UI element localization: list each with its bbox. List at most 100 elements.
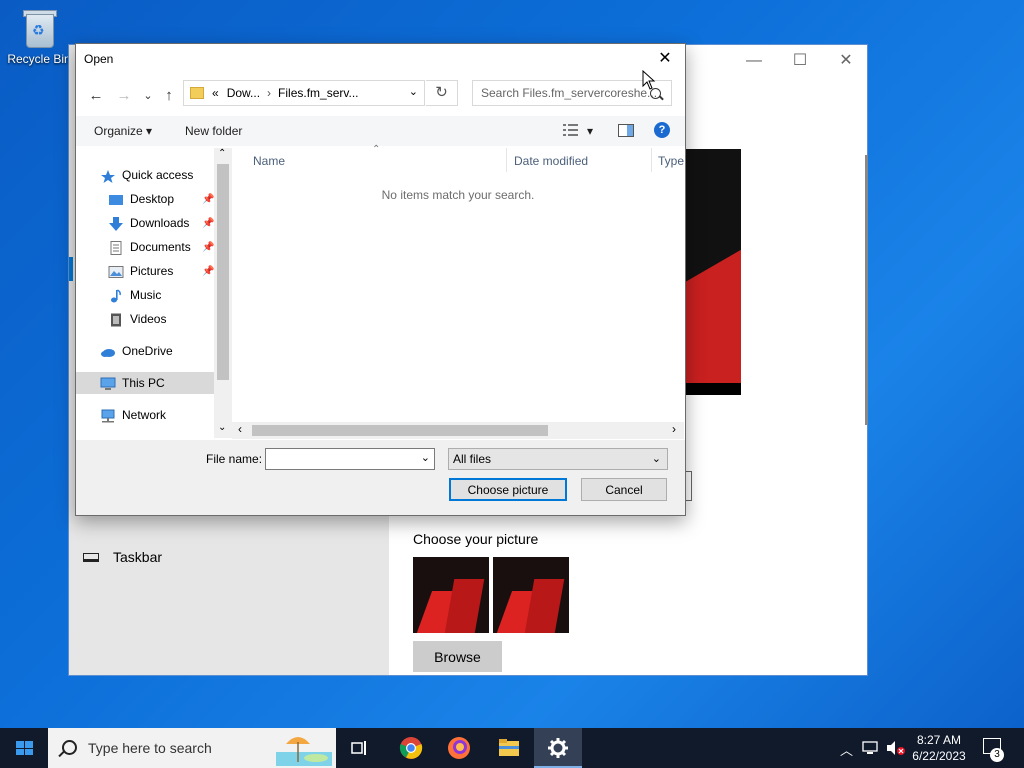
taskbar-icon	[83, 552, 99, 562]
dialog-bottom-bar: File name: ⌄ All files ⌄ Choose picture …	[76, 440, 685, 515]
nav-desktop[interactable]: Desktop	[108, 188, 174, 210]
system-clock[interactable]: 8:27 AM 6/22/2023	[900, 732, 978, 764]
pin-icon[interactable]: 📌	[202, 194, 214, 205]
browse-button[interactable]: Browse	[413, 641, 502, 672]
folder-icon	[190, 87, 204, 99]
nav-music-label: Music	[130, 288, 162, 302]
scroll-down-icon[interactable]: ⌄	[218, 422, 226, 433]
nav-downloads[interactable]: Downloads	[108, 212, 189, 234]
cloud-icon	[100, 344, 116, 358]
taskbar-search-box[interactable]: Type here to search	[48, 728, 336, 768]
nav-this-pc-label: This PC	[122, 376, 165, 390]
column-name[interactable]: Name	[253, 154, 285, 168]
scroll-right-icon[interactable]: ›	[672, 422, 676, 436]
picture-thumbnail-2[interactable]	[493, 557, 569, 633]
scroll-left-icon[interactable]: ‹	[238, 422, 242, 436]
dialog-navigation-bar: ← → ⌄ ↑ « Dow... › Files.fm_serv... ⌄ ↻ …	[76, 78, 685, 112]
partial-button[interactable]	[685, 471, 692, 501]
address-bar[interactable]: « Dow... › Files.fm_serv... ⌄	[183, 80, 425, 106]
settings-close-button[interactable]: ✕	[823, 45, 869, 77]
settings-scrollbar[interactable]	[865, 155, 868, 425]
start-button[interactable]	[0, 728, 48, 768]
up-button[interactable]: ↑	[159, 86, 179, 106]
forward-button[interactable]: →	[114, 86, 134, 106]
gear-icon	[548, 738, 568, 758]
firefox-taskbar-button[interactable]	[435, 728, 483, 768]
view-icon[interactable]	[563, 123, 579, 140]
address-overflow[interactable]: «	[212, 86, 219, 100]
nav-quick-access-label: Quick access	[122, 168, 194, 182]
file-type-select[interactable]: All files ⌄	[448, 448, 668, 470]
file-name-dropdown-icon[interactable]: ⌄	[421, 451, 430, 464]
download-arrow-icon	[108, 216, 124, 231]
nav-videos[interactable]: Videos	[108, 308, 166, 330]
pin-icon[interactable]: 📌	[202, 218, 214, 229]
choose-picture-button[interactable]: Choose picture	[449, 478, 567, 501]
film-icon	[108, 312, 124, 327]
nav-quick-access[interactable]: Quick access	[100, 164, 193, 186]
column-type[interactable]: Type	[658, 154, 684, 168]
nav-network-label: Network	[122, 408, 167, 422]
network-icon[interactable]	[862, 740, 880, 756]
view-menu-dropdown[interactable]: ▾	[587, 124, 593, 138]
picture-thumbnail-1[interactable]	[413, 557, 489, 633]
address-dropdown-icon[interactable]: ⌄	[409, 85, 418, 98]
taskbar-search-placeholder: Type here to search	[88, 740, 212, 756]
chrome-taskbar-button[interactable]	[387, 728, 435, 768]
firefox-icon	[448, 737, 470, 759]
file-list-hscrollbar[interactable]: ‹ ›	[232, 422, 684, 439]
breadcrumb-downloads[interactable]: Dow...	[227, 86, 260, 100]
nav-onedrive[interactable]: OneDrive	[100, 340, 173, 362]
breadcrumb-chevron-icon[interactable]: ›	[267, 86, 271, 100]
preview-pane-icon[interactable]	[618, 124, 634, 140]
taskbar: Type here to search ︿ 8:27 AM 6/22/2023 …	[0, 728, 1024, 768]
nav-pane-scrollbar[interactable]: ⌃ ⌄	[214, 148, 232, 438]
tray-overflow-chevron-icon[interactable]: ︿	[840, 740, 853, 759]
nav-network[interactable]: Network	[100, 404, 166, 426]
file-type-value: All files	[453, 452, 492, 466]
organize-menu[interactable]: Organize ▾	[94, 124, 152, 138]
dialog-close-button[interactable]: ✕	[651, 46, 679, 72]
cancel-button[interactable]: Cancel	[581, 478, 667, 501]
pin-icon[interactable]: 📌	[202, 266, 214, 277]
task-view-icon	[351, 741, 366, 755]
task-view-button[interactable]	[336, 728, 384, 768]
file-explorer-taskbar-button[interactable]	[485, 728, 533, 768]
recent-locations-button[interactable]: ⌄	[138, 86, 158, 106]
column-date-modified[interactable]: Date modified	[514, 154, 588, 168]
choose-picture-title: Choose your picture	[413, 531, 539, 547]
computer-icon	[100, 376, 116, 390]
nav-music[interactable]: Music	[108, 284, 161, 306]
recycle-bin-icon[interactable]: ♻ Recycle Bin	[4, 8, 74, 66]
search-icon	[62, 740, 77, 755]
settings-taskbar-button[interactable]	[534, 728, 582, 768]
settings-nav-taskbar[interactable]: Taskbar	[83, 549, 162, 565]
hscroll-thumb[interactable]	[252, 425, 548, 436]
dialog-toolbar: Organize ▾ New folder ▾ ?	[76, 116, 685, 146]
settings-nav-taskbar-label: Taskbar	[113, 549, 163, 565]
clock-date: 6/22/2023	[912, 749, 966, 763]
nav-scroll-thumb[interactable]	[217, 164, 229, 380]
file-list-header: Name ⌃ Date modified Type	[232, 144, 684, 173]
nav-pictures[interactable]: Pictures	[108, 260, 173, 282]
minimize-button[interactable]: —	[731, 45, 777, 77]
scroll-up-icon[interactable]: ⌃	[218, 148, 226, 159]
notification-count-badge: 3	[990, 748, 1004, 762]
file-type-dropdown-icon[interactable]: ⌄	[652, 449, 661, 469]
star-icon	[100, 168, 116, 183]
back-button[interactable]: ←	[86, 86, 106, 106]
nav-selection-indicator	[69, 257, 73, 281]
maximize-button[interactable]: ☐	[777, 45, 823, 77]
pin-icon[interactable]: 📌	[202, 242, 214, 253]
help-icon[interactable]: ?	[654, 122, 670, 138]
nav-this-pc[interactable]: This PC	[76, 372, 214, 394]
windows-logo-icon	[16, 741, 33, 755]
breadcrumb-folder[interactable]: Files.fm_serv...	[278, 86, 358, 100]
file-name-input[interactable]: ⌄	[265, 448, 435, 470]
folder-icon	[499, 739, 519, 756]
dialog-title: Open	[84, 52, 114, 66]
new-folder-button[interactable]: New folder	[185, 124, 242, 138]
nav-documents[interactable]: Documents	[108, 236, 191, 258]
refresh-button[interactable]: ↻	[426, 80, 458, 106]
recycle-bin-graphic: ♻	[20, 8, 58, 48]
